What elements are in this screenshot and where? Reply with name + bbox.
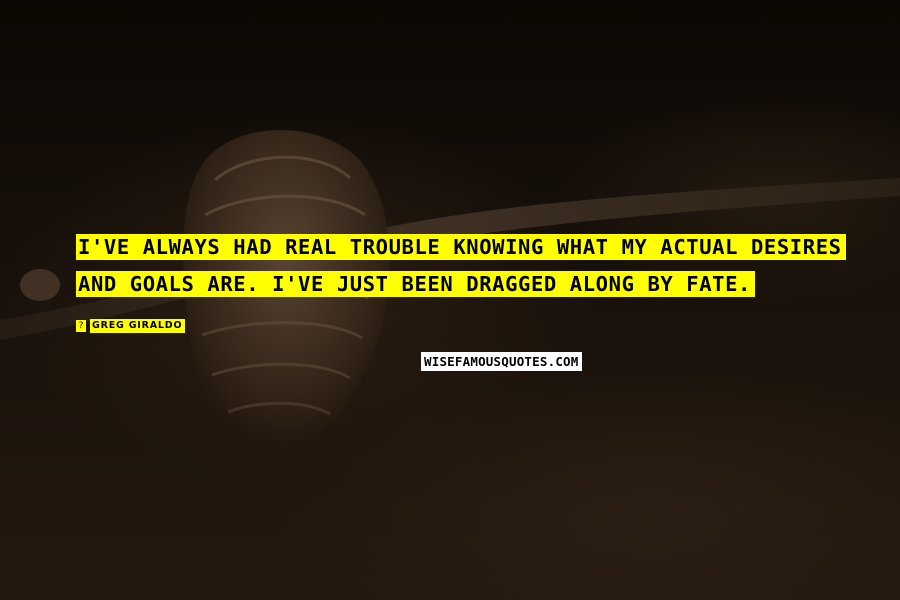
author-attribution: ? Greg Giraldo	[76, 319, 186, 333]
bud-shape	[20, 269, 60, 301]
quote-text: I've always had real trouble knowing wha…	[76, 229, 866, 303]
quote-line-1: I've always had real trouble knowing wha…	[76, 234, 846, 260]
site-watermark: WISEFAMOUSQUOTES.COM	[421, 352, 582, 371]
dash-icon: ?	[76, 320, 86, 332]
quote-card: I've always had real trouble knowing wha…	[0, 0, 900, 600]
author-name[interactable]: Greg Giraldo	[90, 319, 186, 333]
quote-line-2: and goals are. I've just been dragged al…	[76, 271, 755, 297]
